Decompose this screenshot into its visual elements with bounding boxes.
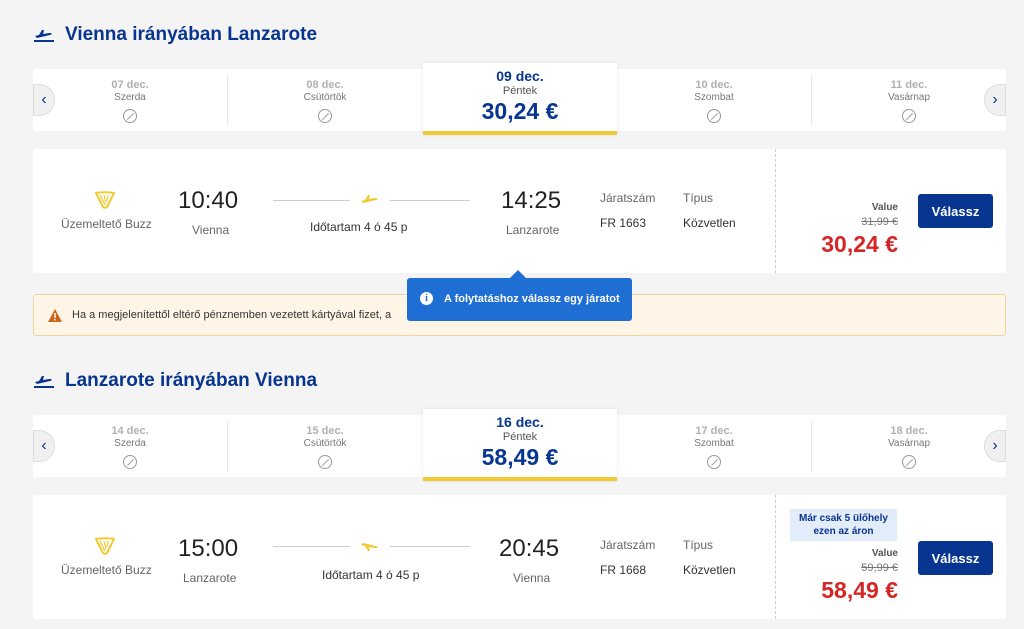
no-flight-icon — [707, 455, 721, 469]
date-label: 15 dec. — [306, 425, 344, 437]
day-label: Szombat — [694, 438, 734, 449]
route-line-left — [273, 546, 350, 547]
inbound-title-text: Lanzarote irányában Vienna — [65, 370, 318, 391]
operator-label: Üzemeltető Buzz — [61, 217, 152, 231]
outbound-flight-card[interactable]: Üzemeltető Buzz 10:40 Vienna Időtartam 4… — [33, 149, 1006, 273]
date-label: 16 dec. — [496, 414, 544, 430]
fare-price: 30,24 € — [821, 231, 898, 257]
day-label: Péntek — [502, 85, 538, 97]
info-icon: i — [420, 292, 433, 305]
plane-icon — [361, 195, 378, 203]
day-label: Csütörtök — [303, 438, 347, 449]
day-label: Vasárnap — [887, 92, 931, 103]
inbound-date-cell-2[interactable]: 15 dec. Csütörtök — [228, 415, 422, 477]
outbound-date-cell-5[interactable]: 11 dec. Vasárnap — [812, 69, 1006, 131]
flight-number: FR 1668 — [600, 563, 647, 577]
date-price: 58,49 € — [481, 444, 559, 470]
flight-type-label: Típus — [683, 538, 714, 552]
seats-left-badge: Már csak 5 ülőhely ezen az áron — [790, 509, 897, 541]
flight-type: Közvetlen — [683, 563, 736, 577]
day-label: Szerda — [114, 92, 146, 103]
outbound-title: Vienna irányában Lanzarote — [33, 24, 317, 46]
no-flight-icon — [902, 455, 916, 469]
ryanair-harp-logo-icon — [95, 537, 115, 555]
outbound-date-cell-4[interactable]: 10 dec. Szombat — [617, 69, 811, 131]
date-label: 17 dec. — [695, 425, 733, 437]
tooltip-text: A folytatáshoz válassz egy járatot — [444, 293, 620, 305]
day-label: Péntek — [502, 431, 538, 443]
warning-text: Ha a megjelenítettől eltérő pénznemben v… — [72, 309, 392, 321]
date-label: 10 dec. — [695, 79, 733, 91]
outbound-date-cell-2[interactable]: 08 dec. Csütörtök — [228, 69, 422, 131]
no-flight-icon — [707, 109, 721, 123]
flight-number: FR 1663 — [600, 216, 647, 230]
fare-name: Value — [871, 548, 898, 559]
departure-time: 10:40 — [178, 187, 239, 214]
flight-duration: Időtartam 4 ó 45 p — [310, 220, 408, 234]
card-divider — [775, 495, 776, 619]
inbound-date-strip: ‹ 14 dec. Szerda 15 dec. Csütörtök 16 de… — [33, 409, 1006, 481]
chevron-right-icon: › — [992, 437, 998, 454]
old-price: 59,99 € — [861, 562, 898, 574]
flight-type-label: Típus — [683, 191, 714, 205]
outbound-title-text: Vienna irányában Lanzarote — [65, 24, 318, 45]
select-flight-tooltip: i A folytatáshoz válassz egy járatot — [407, 270, 632, 321]
date-label: 08 dec. — [306, 79, 344, 91]
date-label: 18 dec. — [890, 425, 928, 437]
outbound-date-cell-selected[interactable]: 09 dec. Péntek 30,24 € — [423, 63, 617, 135]
arrival-time: 14:25 — [501, 187, 562, 214]
day-label: Szombat — [694, 92, 734, 103]
date-label: 09 dec. — [496, 68, 544, 84]
departure-city: Lanzarote — [183, 571, 237, 585]
no-flight-icon — [123, 455, 137, 469]
date-label: 14 dec. — [111, 425, 149, 437]
operator-label: Üzemeltető Buzz — [61, 563, 152, 577]
inbound-select-button[interactable]: Válassz — [918, 541, 993, 575]
outbound-date-cell-1[interactable]: 07 dec. Szerda — [33, 69, 227, 131]
chevron-right-icon: › — [992, 91, 998, 108]
card-divider — [775, 149, 776, 273]
fare-price: 58,49 € — [821, 577, 898, 603]
inbound-title: Lanzarote irányában Vienna — [33, 370, 317, 392]
outbound-date-strip: ‹ 07 dec. Szerda 08 dec. Csütörtök 09 de… — [33, 63, 1006, 135]
departure-city: Vienna — [192, 223, 230, 237]
flight-duration: Időtartam 4 ó 45 p — [322, 568, 420, 582]
date-label: 07 dec. — [111, 79, 149, 91]
no-flight-icon — [123, 109, 137, 123]
no-flight-icon — [902, 109, 916, 123]
departure-time: 15:00 — [178, 535, 239, 562]
old-price: 31,99 € — [861, 216, 898, 228]
date-label: 11 dec. — [890, 79, 928, 91]
no-flight-icon — [318, 455, 332, 469]
inbound-date-cell-5[interactable]: 18 dec. Vasárnap — [812, 415, 1006, 477]
flight-type: Közvetlen — [683, 216, 736, 230]
route-line-right — [390, 546, 470, 547]
inbound-date-cell-selected[interactable]: 16 dec. Péntek 58,49 € — [423, 409, 617, 481]
inbound-flight-card[interactable]: Üzemeltető Buzz 15:00 Lanzarote Időtarta… — [33, 495, 1006, 619]
flight-number-label: Járatszám — [600, 538, 656, 552]
arrival-city: Lanzarote — [506, 223, 560, 237]
day-label: Vasárnap — [887, 438, 931, 449]
flight-number-label: Járatszám — [600, 191, 656, 205]
inbound-date-cell-4[interactable]: 17 dec. Szombat — [617, 415, 811, 477]
ryanair-harp-logo-icon — [95, 191, 115, 209]
day-label: Csütörtök — [303, 92, 347, 103]
plane-icon — [361, 543, 378, 551]
day-label: Szerda — [114, 438, 146, 449]
route-line-right — [390, 200, 470, 201]
warning-icon — [48, 309, 62, 322]
arrival-time: 20:45 — [499, 535, 560, 562]
departure-plane-icon — [34, 30, 54, 42]
route-line-left — [273, 200, 350, 201]
date-price: 30,24 € — [481, 98, 559, 124]
departure-plane-icon — [34, 376, 54, 388]
inbound-date-cell-1[interactable]: 14 dec. Szerda — [33, 415, 227, 477]
fare-name: Value — [871, 202, 898, 213]
arrival-city: Vienna — [513, 571, 551, 585]
outbound-select-button[interactable]: Válassz — [918, 194, 993, 228]
no-flight-icon — [318, 109, 332, 123]
